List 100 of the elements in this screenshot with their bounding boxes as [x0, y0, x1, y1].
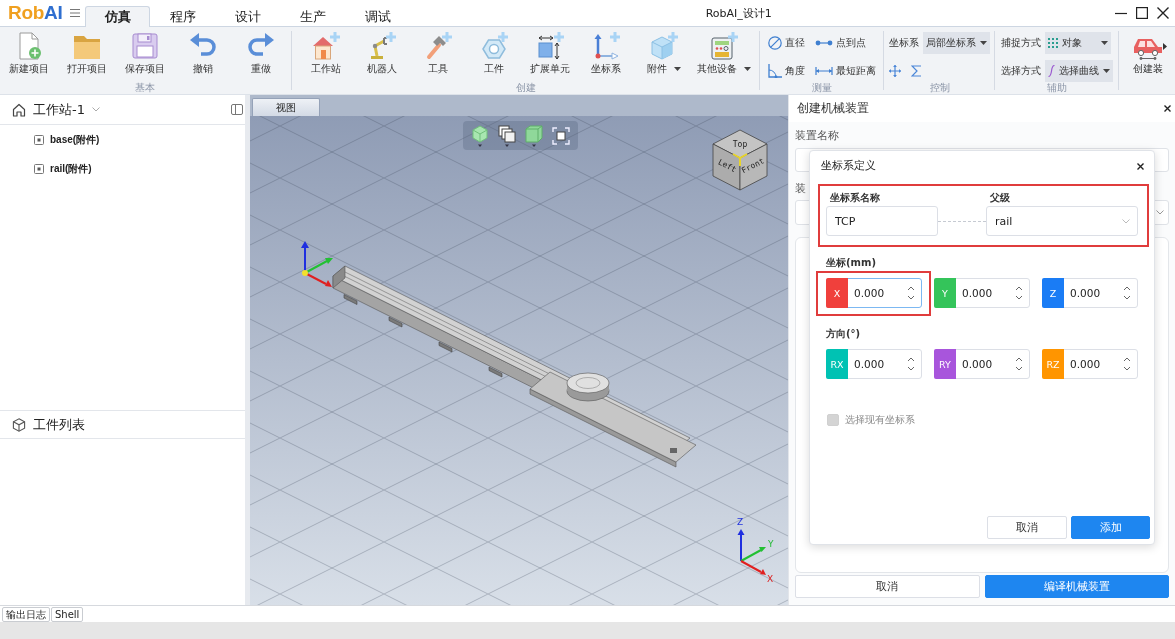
- parent-select[interactable]: rail: [986, 206, 1138, 236]
- ribbon-tab[interactable]: 程序: [150, 6, 216, 27]
- number-field[interactable]: RZ 0.000: [1042, 349, 1138, 379]
- name-field[interactable]: TCP: [826, 206, 938, 236]
- number-field[interactable]: Z 0.000: [1042, 278, 1138, 308]
- group-label: 控制: [929, 82, 950, 94]
- fit-view-icon[interactable]: [552, 126, 570, 145]
- field-label: 装置名称: [795, 129, 839, 142]
- combo-label: 选择方式: [1001, 64, 1041, 78]
- measure-button[interactable]: 点到点: [815, 32, 866, 54]
- ribbon-tab[interactable]: 设计: [215, 6, 281, 27]
- resize-square-plus-icon: [536, 32, 564, 60]
- field-label: 装: [795, 182, 806, 195]
- secondary-button[interactable]: 取消: [795, 575, 980, 598]
- close-icon[interactable]: [1137, 162, 1144, 170]
- axis-tag: Z: [1042, 278, 1064, 308]
- sidebar-toggle-icon[interactable]: [231, 104, 243, 115]
- node-icon: [34, 163, 44, 174]
- spinner-arrows-icon[interactable]: [1015, 285, 1023, 301]
- section-label: 方向(°): [826, 328, 861, 340]
- ribbon-button[interactable]: 保存项目: [116, 29, 174, 82]
- curve-icon: [1048, 65, 1055, 77]
- ribbon-button[interactable]: 工具: [410, 29, 466, 82]
- solid-cube-icon[interactable]: [525, 124, 543, 147]
- primary-button[interactable]: 编译机械装置: [984, 575, 1169, 598]
- value-input[interactable]: 0.000: [956, 280, 1015, 306]
- value-input[interactable]: 0.000: [848, 351, 907, 377]
- dot-grid-icon: [1048, 38, 1058, 48]
- dropdown[interactable]: 选择曲线: [1045, 60, 1113, 82]
- shaded-cube-icon[interactable]: [471, 124, 489, 147]
- caret-down-icon: [744, 67, 751, 71]
- value-input[interactable]: 0.000: [1064, 280, 1123, 306]
- ribbon-button[interactable]: 工作站: [298, 29, 354, 82]
- value-input[interactable]: 0.000: [848, 280, 907, 306]
- value-input[interactable]: 0.000: [956, 351, 1015, 377]
- dropdown[interactable]: 对象: [1045, 32, 1111, 54]
- house-plus-icon: [312, 32, 340, 60]
- cube-face-label: Top: [732, 140, 748, 149]
- chevron-right-icon[interactable]: [1163, 43, 1167, 50]
- window-title: RobAI_设计1: [705, 5, 772, 21]
- move-icon[interactable]: [889, 65, 901, 77]
- ribbon-tab[interactable]: 调试: [345, 6, 411, 27]
- measure-button[interactable]: 最短距离: [815, 60, 876, 82]
- tree-item[interactable]: rail(附件): [50, 161, 92, 176]
- ribbon-button[interactable]: 机器人: [354, 29, 410, 82]
- hex-nut-plus-icon: [480, 32, 508, 60]
- ribbon-button[interactable]: 附件: [634, 29, 694, 82]
- primary-button[interactable]: 添加: [1071, 516, 1150, 539]
- spinner-arrows-icon[interactable]: [907, 356, 915, 372]
- stacked-cubes-icon[interactable]: [498, 124, 516, 147]
- axis-tag: RX: [826, 349, 848, 379]
- ribbon-tab[interactable]: 仿真: [85, 6, 151, 27]
- sigma-icon[interactable]: [911, 65, 922, 77]
- axis-label: Y: [768, 539, 774, 549]
- measure-button[interactable]: 直径: [768, 32, 805, 54]
- number-field[interactable]: RX 0.000: [826, 349, 922, 379]
- menu-icon[interactable]: [70, 9, 81, 17]
- number-field[interactable]: X 0.000: [826, 278, 922, 308]
- axis-triad: [737, 529, 766, 575]
- ribbon-button[interactable]: 工件: [466, 29, 522, 82]
- spinner-arrows-icon[interactable]: [1123, 356, 1131, 372]
- secondary-button[interactable]: 取消: [987, 516, 1067, 539]
- number-field[interactable]: Y 0.000: [934, 278, 1030, 308]
- angle-icon: [768, 64, 782, 78]
- panel-title[interactable]: 工作站-1: [33, 100, 85, 119]
- hammer-plus-icon: [424, 32, 452, 60]
- panel-title: 工件列表: [33, 415, 85, 434]
- combo-label: 捕捉方式: [1001, 36, 1041, 50]
- axis-tag: Y: [934, 278, 956, 308]
- ribbon-button[interactable]: 重做: [232, 29, 290, 82]
- tree-item[interactable]: base(附件): [50, 132, 100, 147]
- ribbon-tab[interactable]: 生产: [280, 6, 346, 27]
- ribbon-button[interactable]: 撤销: [174, 29, 232, 82]
- view-tab[interactable]: 视图: [252, 98, 320, 116]
- ribbon-button[interactable]: 坐标系: [578, 29, 634, 82]
- maximize-icon[interactable]: [1136, 7, 1148, 19]
- axis-triad: [301, 241, 333, 287]
- output-tab[interactable]: Shell: [51, 606, 84, 622]
- axes-plus-icon: [592, 32, 620, 60]
- number-field[interactable]: RY 0.000: [934, 349, 1030, 379]
- app-logo: RobAI: [8, 2, 63, 24]
- dropdown[interactable]: 局部坐标系: [923, 32, 990, 54]
- spinner-arrows-icon[interactable]: [907, 285, 915, 301]
- value-input[interactable]: 0.000: [1064, 351, 1123, 377]
- caret-down-icon: [980, 41, 987, 45]
- ribbon-button[interactable]: 创建装: [1133, 29, 1163, 82]
- axis-tag: RY: [934, 349, 956, 379]
- ribbon-button[interactable]: 打开项目: [58, 29, 116, 82]
- ribbon-button[interactable]: 其他设备: [694, 29, 754, 82]
- spinner-arrows-icon[interactable]: [1123, 285, 1131, 301]
- close-icon[interactable]: [1164, 105, 1171, 112]
- field-label: 父级: [989, 192, 1010, 204]
- axis-label: X: [767, 574, 774, 584]
- ribbon-button[interactable]: 新建项目: [0, 29, 58, 82]
- ribbon-button[interactable]: 扩展单元: [522, 29, 578, 82]
- spinner-arrows-icon[interactable]: [1015, 356, 1023, 372]
- measure-button[interactable]: 角度: [768, 60, 805, 82]
- close-icon[interactable]: [1157, 7, 1169, 19]
- output-tab[interactable]: 输出日志: [2, 606, 50, 622]
- group-label: 辅助: [1047, 82, 1067, 94]
